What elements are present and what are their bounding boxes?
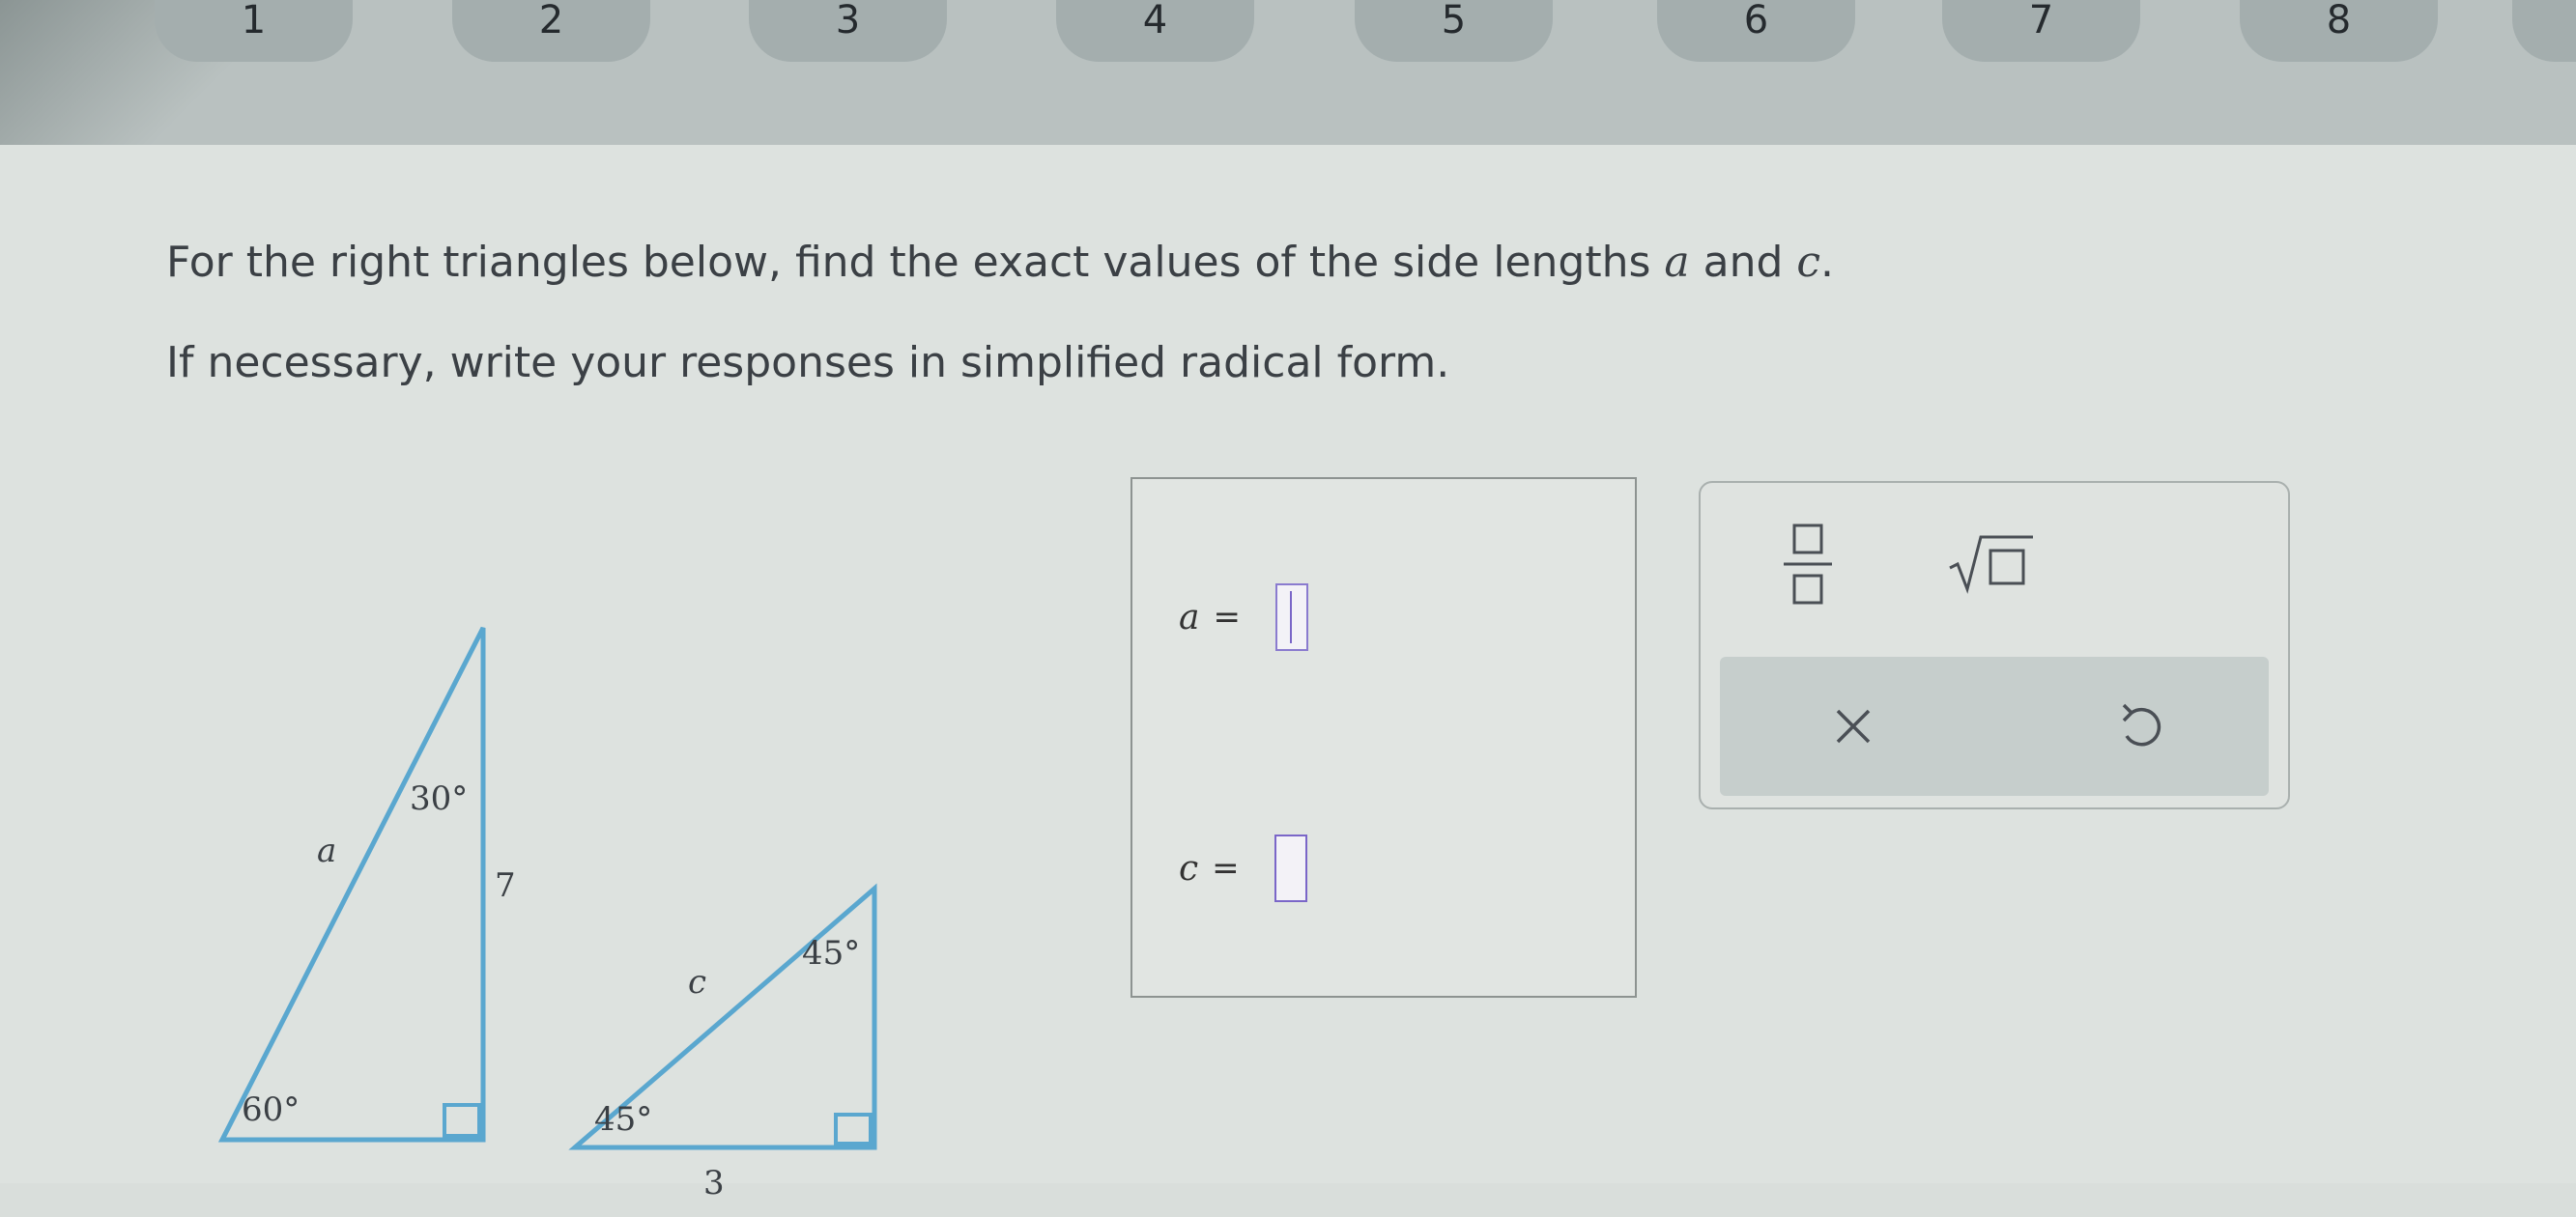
question-number: 6 xyxy=(1743,0,1769,42)
question-tab-7[interactable]: 7 xyxy=(1942,0,2140,62)
question-number: 5 xyxy=(1441,0,1467,42)
instruction-text: and xyxy=(1689,238,1797,287)
question-tab-3[interactable]: 3 xyxy=(749,0,947,62)
answer-variable-a: a xyxy=(1179,597,1200,637)
side-c-label: c xyxy=(688,963,706,1002)
question-number: 2 xyxy=(538,0,564,42)
triangles-figure: 30° 60° a 7 45° 45° c 3 xyxy=(217,626,877,1203)
answer-row-a: a = xyxy=(1179,583,1308,651)
side-3-label: 3 xyxy=(703,1164,725,1203)
equals-sign: = xyxy=(1213,598,1241,637)
answer-variable-c: c xyxy=(1179,848,1199,889)
instruction-text: . xyxy=(1820,238,1835,287)
triangle-45-45-90: 45° 45° c 3 xyxy=(568,883,877,1203)
undo-button[interactable] xyxy=(2114,699,2170,755)
question-tab-4[interactable]: 4 xyxy=(1056,0,1254,62)
variable-a: a xyxy=(1664,238,1690,287)
angle-60-label: 60° xyxy=(242,1090,300,1129)
tools-actions-row xyxy=(1720,657,2269,796)
variable-c: c xyxy=(1796,238,1821,287)
angle-45-top-label: 45° xyxy=(802,934,860,973)
fraction-icon xyxy=(1784,524,1832,605)
question-tab-1[interactable]: 1 xyxy=(155,0,353,62)
undo-icon xyxy=(2122,703,2161,747)
answer-box: a = c = xyxy=(1131,477,1637,998)
triangle-30-60-90: 30° 60° a 7 xyxy=(217,626,516,1143)
answer-c-input[interactable] xyxy=(1274,835,1307,902)
answer-row-c: c = xyxy=(1179,835,1307,902)
question-number: 7 xyxy=(2028,0,2054,42)
x-icon xyxy=(1836,709,1871,744)
question-content: For the right triangles below, find the … xyxy=(0,145,2576,1203)
question-number: 8 xyxy=(2326,0,2352,42)
question-number: 3 xyxy=(835,0,861,42)
question-tab-8[interactable]: 8 xyxy=(2240,0,2438,62)
equals-sign: = xyxy=(1212,849,1240,888)
side-a-label: a xyxy=(317,832,336,870)
question-number: 1 xyxy=(241,0,267,42)
math-tools-panel xyxy=(1699,481,2290,809)
question-tab-next[interactable] xyxy=(2512,0,2576,62)
square-root-button[interactable] xyxy=(1948,533,2035,595)
question-tab-2[interactable]: 2 xyxy=(452,0,650,62)
question-number: 4 xyxy=(1142,0,1168,42)
question-tab-6[interactable]: 6 xyxy=(1657,0,1855,62)
instruction-line-1: For the right triangles below, find the … xyxy=(166,238,1834,287)
angle-45-bottom-label: 45° xyxy=(594,1100,652,1139)
triangle1-outline xyxy=(217,626,486,1143)
question-tab-5[interactable]: 5 xyxy=(1355,0,1553,62)
answer-a-input[interactable] xyxy=(1274,583,1308,651)
question-nav-bar: 1 2 3 4 5 6 7 8 xyxy=(0,0,2576,174)
square-root-icon xyxy=(1949,535,2033,594)
right-angle-marker xyxy=(443,1103,481,1138)
angle-30-label: 30° xyxy=(410,779,468,818)
side-7-label: 7 xyxy=(495,866,516,905)
fraction-button[interactable] xyxy=(1776,520,1840,608)
right-angle-marker xyxy=(834,1113,873,1146)
instruction-text: For the right triangles below, find the … xyxy=(166,238,1665,287)
instruction-line-2: If necessary, write your responses in si… xyxy=(166,338,1450,387)
clear-button[interactable] xyxy=(1826,699,1880,753)
